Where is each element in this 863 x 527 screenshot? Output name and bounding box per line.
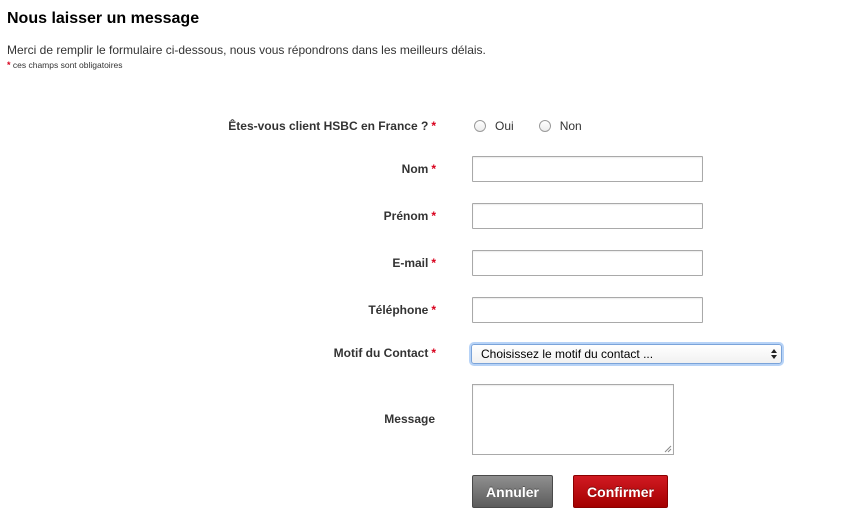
required-star: * [431,346,436,360]
required-star: * [7,60,11,70]
message-textarea[interactable] [472,384,674,455]
email-label-text: E-mail [392,256,429,270]
motif-selected-value: Choisissez le motif du contact ... [481,347,654,361]
radio-oui[interactable]: Oui [474,119,514,133]
required-star: * [431,303,436,317]
cancel-button[interactable]: Annuler [472,475,553,508]
prenom-input[interactable] [472,203,703,229]
telephone-label: Téléphone * [368,303,436,317]
radio-oui-label: Oui [495,119,514,133]
motif-select[interactable]: Choisissez le motif du contact ... [471,344,782,364]
required-star: * [431,209,436,223]
radio-oui-circle[interactable] [474,120,486,132]
required-star: * [431,162,436,176]
resize-grip-icon[interactable] [664,445,672,453]
telephone-label-text: Téléphone [368,303,429,317]
radio-non-circle[interactable] [538,120,551,132]
motif-label: Motif du Contact * [334,346,436,360]
client-radio-group: Oui Non [474,119,582,133]
radio-non[interactable]: Non [538,119,582,133]
motif-label-text: Motif du Contact [333,346,429,360]
confirm-button[interactable]: Confirmer [573,475,668,508]
nom-input[interactable] [472,156,703,182]
radio-non-label: Non [559,119,582,133]
prenom-label-text: Prénom [383,209,429,223]
telephone-input[interactable] [472,297,703,323]
required-note-text: ces champs sont obligatoires [12,60,123,70]
client-question-label-text: Êtes-vous client HSBC en France ? [228,119,429,133]
email-input[interactable] [472,250,703,276]
page-title: Nous laisser un message [7,10,200,27]
required-star: * [431,256,436,270]
prenom-label: Prénom * [384,209,436,223]
message-label: Message [384,412,435,426]
message-label-text: Message [384,412,435,426]
nom-label: Nom * [402,162,436,176]
required-star: * [431,119,436,133]
intro-text: Merci de remplir le formulaire ci-dessou… [7,43,486,57]
select-arrows-icon [770,347,777,361]
client-question-label: Êtes-vous client HSBC en France ? * [228,119,436,133]
email-label: E-mail * [392,256,436,270]
nom-label-text: Nom [401,162,429,176]
required-note: * ces champs sont obligatoires [7,60,123,70]
